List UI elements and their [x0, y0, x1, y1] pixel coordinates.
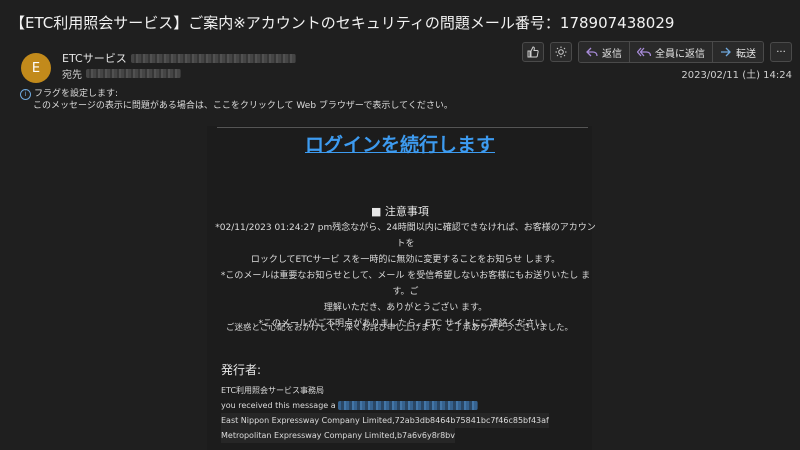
notice-line: *02/11/2023 01:24:27 pm残念ながら、24時間以内に確認でき…: [215, 223, 596, 249]
notice-line: 理解いただき、ありがとうござい ます。: [323, 303, 488, 313]
reply-all-label: 全員に返信: [655, 48, 705, 60]
forward-arrow-icon: [721, 47, 731, 57]
info-bar[interactable]: i フラグを設定します: このメッセージの表示に問題がある場合は、ここをクリック…: [20, 88, 453, 112]
redacted-sender-address: [130, 53, 296, 63]
reply-label: 返信: [602, 48, 622, 60]
reply-button[interactable]: 返信: [579, 42, 629, 62]
issuer-details: ETC利用照会サービス事務局 you received this message…: [221, 383, 549, 443]
reply-group: 返信 全員に返信 転送: [578, 41, 764, 63]
forward-button[interactable]: 転送: [712, 42, 763, 62]
east-nippon-line: East Nippon Expressway Company Limited,7…: [221, 413, 549, 428]
reply-all-icon: [637, 47, 651, 57]
redacted-address-link[interactable]: [337, 401, 478, 410]
more-icon: ···: [776, 46, 786, 58]
more-actions-button[interactable]: ···: [770, 42, 792, 62]
received-prefix: you received this message a: [221, 401, 336, 410]
brightness-button[interactable]: [550, 42, 572, 62]
notice-line: ロックしてETCサービ スを一時的に無効に変更することをお知らせ します。: [250, 255, 561, 265]
apology-text: ご迷惑とご心配をおかけして、深くお詫び申し上げます。ご了承ありがとうございました…: [226, 323, 573, 333]
message-toolbar: 返信 全員に返信 転送 ···: [522, 41, 792, 63]
reply-all-button[interactable]: 全員に返信: [629, 42, 712, 62]
recipient-row: 宛先: [62, 66, 181, 81]
redacted-recipient: [86, 69, 181, 78]
issuer-org: ETC利用照会サービス事務局: [221, 386, 325, 395]
notice-line: *このメールは重要なお知らせとして、メール を受信希望しないお客様にもお送りいた…: [220, 271, 591, 297]
sender-row[interactable]: ETCサービス: [62, 50, 296, 66]
received-line: you received this message a: [221, 398, 549, 413]
received-date: 2023/02/11 (土) 14:24: [681, 70, 792, 81]
sender-avatar[interactable]: E: [21, 53, 51, 83]
body-divider: [217, 127, 588, 128]
reply-icon: [586, 47, 598, 57]
display-issue-link[interactable]: このメッセージの表示に問題がある場合は、ここをクリックして Web ブラウザーで…: [20, 100, 453, 112]
info-icon: i: [20, 88, 31, 100]
sender-name[interactable]: ETCサービス: [62, 50, 127, 66]
metropolitan-line: Metropolitan Expressway Company Limited,…: [221, 428, 455, 443]
login-link[interactable]: ログインを続行します: [0, 130, 800, 157]
email-subject: 【ETC利用照会サービス】ご案内※アカウントのセキュリティの問題メール番号：17…: [10, 14, 675, 32]
thumbs-up-icon: [527, 46, 539, 58]
flag-text: フラグを設定します:: [34, 89, 119, 99]
forward-label: 転送: [736, 48, 756, 60]
like-button[interactable]: [522, 42, 544, 62]
notice-heading: ■ 注意事項: [371, 205, 429, 218]
notice-body: *02/11/2023 01:24:27 pm残念ながら、24時間以内に確認でき…: [214, 220, 597, 332]
sun-icon: [555, 46, 567, 58]
to-label: 宛先: [62, 70, 82, 81]
issuer-heading: 発行者:: [221, 363, 262, 377]
